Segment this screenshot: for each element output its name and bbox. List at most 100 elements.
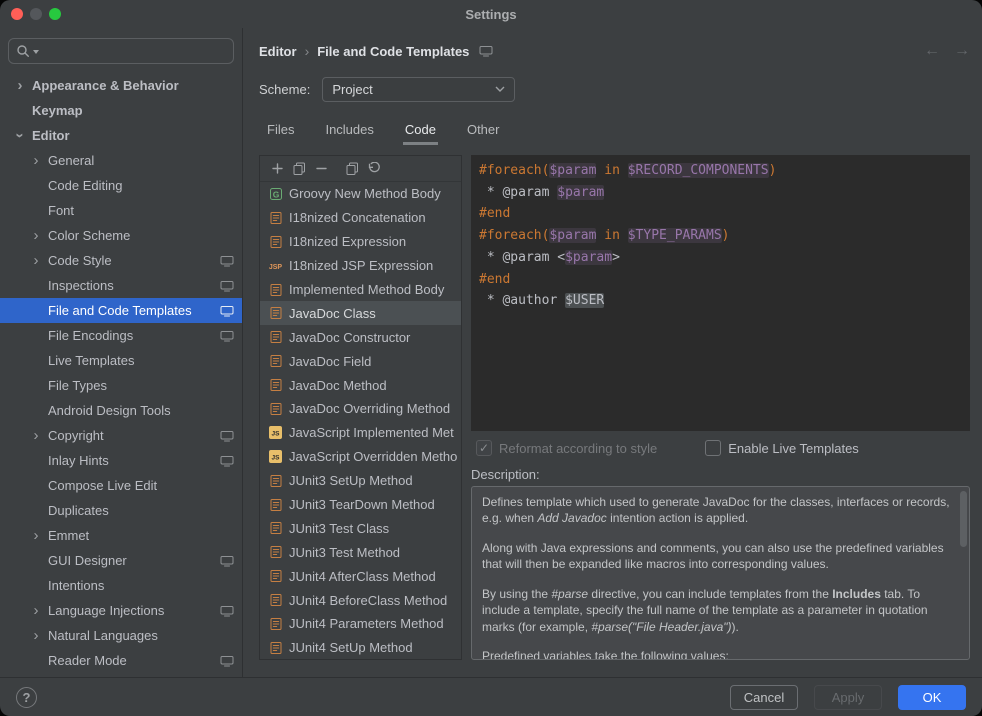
chevron-collapsed-icon[interactable]: › [26,603,46,618]
template-item-junit3-setup-method[interactable]: JUnit3 SetUp Method [260,469,461,493]
search-field[interactable] [8,38,234,64]
apply-button[interactable]: Apply [814,685,882,710]
template-item-junit3-test-method[interactable]: JUnit3 Test Method [260,540,461,564]
description-scrollbar[interactable] [960,491,967,547]
template-item-javascript-overridden-metho[interactable]: JSJavaScript Overridden Metho [260,445,461,469]
chevron-collapsed-icon[interactable]: › [26,428,46,443]
sidebar-item-code-style[interactable]: ›Code Style [0,248,242,273]
sidebar-item-language-injections[interactable]: ›Language Injections [0,598,242,623]
sidebar-item-copyright[interactable]: ›Copyright [0,423,242,448]
template-item-groovy-new-method-body[interactable]: GGroovy New Method Body [260,182,461,206]
sidebar-item-live-templates[interactable]: Live Templates [0,348,242,373]
sidebar-item-color-scheme[interactable]: ›Color Scheme [0,223,242,248]
template-item-javadoc-method[interactable]: JavaDoc Method [260,373,461,397]
sidebar-item-file-and-code-templates[interactable]: File and Code Templates [0,298,242,323]
template-item-label: JUnit4 AfterClass Method [289,569,436,584]
template-item-label: JUnit3 TearDown Method [289,497,435,512]
sidebar-item-file-types[interactable]: File Types [0,373,242,398]
sidebar-item-compose-live-edit[interactable]: Compose Live Edit [0,473,242,498]
reset-to-default-button[interactable] [365,160,383,178]
sidebar-item-label: Inlay Hints [48,453,109,468]
template-item-javadoc-class[interactable]: JavaDoc Class [260,301,461,325]
template-item-junit4-parameters-method[interactable]: JUnit4 Parameters Method [260,612,461,636]
template-item-javadoc-constructor[interactable]: JavaDoc Constructor [260,325,461,349]
forward-button[interactable]: → [954,42,970,60]
reformat-checkbox[interactable]: ✓ Reformat according to style [476,440,657,456]
sidebar-item-inspections[interactable]: Inspections [0,273,242,298]
sidebar-item-file-encodings[interactable]: File Encodings [0,323,242,348]
template-item-javadoc-field[interactable]: JavaDoc Field [260,349,461,373]
sidebar-item-natural-languages[interactable]: ›Natural Languages [0,623,242,648]
live-templates-label: Enable Live Templates [728,441,859,456]
help-label: ? [23,690,31,705]
template-item-junit4-afterclass-method[interactable]: JUnit4 AfterClass Method [260,564,461,588]
template-item-junit4-beforeclass-method[interactable]: JUnit4 BeforeClass Method [260,588,461,612]
template-icon [267,569,284,583]
main-area: ›Appearance & BehaviorKeymap›Editor›Gene… [0,28,982,677]
sidebar-item-appearance-behavior[interactable]: ›Appearance & Behavior [0,73,242,98]
sidebar-item-label: Live Templates [48,353,134,368]
breadcrumb-editor[interactable]: Editor [259,44,297,59]
template-item-i18nized-concatenation[interactable]: I18nized Concatenation [260,206,461,230]
sidebar-item-android-design-tools[interactable]: Android Design Tools [0,398,242,423]
template-icon [267,641,284,655]
template-item-i18nized-expression[interactable]: I18nized Expression [260,230,461,254]
template-item-label: Implemented Method Body [289,282,444,297]
sidebar-item-general[interactable]: ›General [0,148,242,173]
template-icon [267,306,284,320]
sidebar-item-font[interactable]: Font [0,198,242,223]
chevron-collapsed-icon[interactable]: › [26,528,46,543]
search-icon [16,44,30,58]
chevron-collapsed-icon[interactable]: › [26,253,46,268]
tab-code[interactable]: Code [403,116,438,145]
help-button[interactable]: ? [16,687,37,708]
back-button[interactable]: ← [924,42,940,60]
template-item-junit4-setup-method[interactable]: JUnit4 SetUp Method [260,636,461,659]
settings-level-icon [220,280,234,292]
sidebar-item-keymap[interactable]: Keymap [0,98,242,123]
tab-includes[interactable]: Includes [323,116,375,145]
enable-live-templates-checkbox[interactable]: ✓ Enable Live Templates [705,440,859,456]
template-list-toolbar [260,156,461,182]
template-item-label: I18nized JSP Expression [289,258,433,273]
chevron-collapsed-icon[interactable]: › [26,153,46,168]
template-item-i18nized-jsp-expression[interactable]: JSPI18nized JSP Expression [260,254,461,278]
sidebar-item-code-editing[interactable]: Code Editing [0,173,242,198]
settings-level-icon [220,455,234,467]
chevron-collapsed-icon[interactable]: › [10,78,30,93]
template-item-junit3-test-class[interactable]: JUnit3 Test Class [260,516,461,540]
template-item-javadoc-overriding-method[interactable]: JavaDoc Overriding Method [260,397,461,421]
sidebar-item-gui-designer[interactable]: GUI Designer [0,548,242,573]
sidebar-item-label: Code Style [48,253,112,268]
tab-other[interactable]: Other [465,116,502,145]
sidebar-item-duplicates[interactable]: Duplicates [0,498,242,523]
chevron-expanded-icon[interactable]: › [13,126,28,146]
template-item-implemented-method-body[interactable]: Implemented Method Body [260,278,461,302]
sidebar-item-intentions[interactable]: Intentions [0,573,242,598]
scheme-select[interactable]: Project [322,77,515,102]
settings-tree: ›Appearance & Behavior Keymap ›Editor›Gene… [0,73,242,677]
remove-template-button[interactable] [312,160,330,178]
sidebar-item-inlay-hints[interactable]: Inlay Hints [0,448,242,473]
search-options-chevron-icon[interactable] [33,50,39,54]
traffic-lights [11,8,61,20]
chevron-collapsed-icon[interactable]: › [26,228,46,243]
close-button[interactable] [11,8,23,20]
sidebar-item-emmet[interactable]: ›Emmet [0,523,242,548]
sidebar-item-label: GUI Designer [48,553,127,568]
ok-button[interactable]: OK [898,685,966,710]
sidebar-item-label: Keymap [32,103,83,118]
zoom-button[interactable] [49,8,61,20]
sidebar-item-editor[interactable]: ›Editor [0,123,242,148]
add-template-button[interactable] [268,160,286,178]
sidebar-item-reader-mode[interactable]: Reader Mode [0,648,242,673]
template-item-junit3-teardown-method[interactable]: JUnit3 TearDown Method [260,493,461,517]
tab-files[interactable]: Files [265,116,296,145]
template-item-javascript-implemented-met[interactable]: JSJavaScript Implemented Met [260,421,461,445]
copy-template-button[interactable] [290,160,308,178]
template-editor[interactable]: #foreach($param in $RECORD_COMPONENTS) *… [471,155,970,431]
duplicate-template-button[interactable] [343,160,361,178]
cancel-button[interactable]: Cancel [730,685,798,710]
chevron-collapsed-icon[interactable]: › [26,628,46,643]
template-item-label: JUnit4 SetUp Method [289,640,413,655]
